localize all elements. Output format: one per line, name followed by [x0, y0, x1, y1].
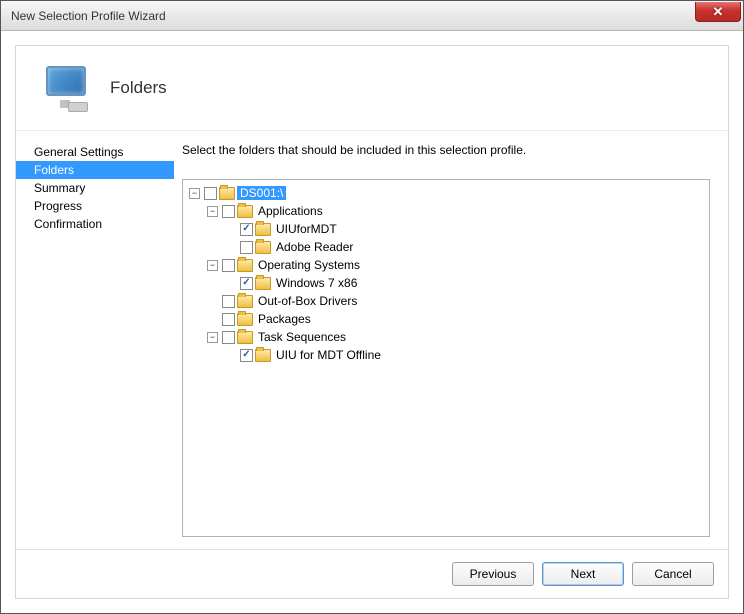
tree-node[interactable]: UIU for MDT Offline [225, 346, 707, 364]
folder-icon [255, 277, 271, 290]
tree-node-label[interactable]: Out-of-Box Drivers [255, 294, 360, 308]
tree-node-label[interactable]: UIU for MDT Offline [273, 348, 384, 362]
checkbox[interactable] [222, 259, 235, 272]
folder-icon [237, 313, 253, 326]
folder-icon [237, 295, 253, 308]
tree-node[interactable]: − Applications [207, 202, 707, 220]
sidebar-item[interactable]: Progress [16, 197, 174, 215]
button-label: Next [571, 567, 596, 581]
tree-node[interactable]: − Task Sequences [207, 328, 707, 346]
folder-icon [255, 223, 271, 236]
tree-node[interactable]: − DS001:\ [189, 184, 707, 202]
tree-node-label[interactable]: DS001:\ [237, 186, 286, 200]
tree-node-label[interactable]: Windows 7 x86 [273, 276, 360, 290]
tree-node-label[interactable]: Operating Systems [255, 258, 363, 272]
button-bar: Previous Next Cancel [16, 549, 728, 598]
previous-button[interactable]: Previous [452, 562, 534, 586]
tree-node[interactable]: Out-of-Box Drivers [207, 292, 707, 310]
tree-node-label[interactable]: Applications [255, 204, 326, 218]
folder-icon [219, 187, 235, 200]
checkbox[interactable] [240, 223, 253, 236]
tree-node-label[interactable]: Packages [255, 312, 314, 326]
button-label: Cancel [654, 567, 691, 581]
tree-node-label[interactable]: Adobe Reader [273, 240, 356, 254]
dialog-body: Folders General SettingsFoldersSummaryPr… [1, 31, 743, 613]
collapse-icon[interactable]: − [207, 332, 218, 343]
sidebar-item[interactable]: Summary [16, 179, 174, 197]
checkbox[interactable] [204, 187, 217, 200]
titlebar: New Selection Profile Wizard ✕ [1, 1, 743, 31]
checkbox[interactable] [222, 331, 235, 344]
checkbox[interactable] [222, 313, 235, 326]
main-area: General SettingsFoldersSummaryProgressCo… [16, 130, 728, 549]
next-button[interactable]: Next [542, 562, 624, 586]
inner-frame: Folders General SettingsFoldersSummaryPr… [15, 45, 729, 599]
folder-icon [237, 259, 253, 272]
tree-node[interactable]: Packages [207, 310, 707, 328]
collapse-icon[interactable]: − [207, 206, 218, 217]
wizard-window: New Selection Profile Wizard ✕ Folders G… [0, 0, 744, 614]
checkbox[interactable] [240, 277, 253, 290]
tree-node[interactable]: − Operating Systems [207, 256, 707, 274]
tree-node-label[interactable]: UIUforMDT [273, 222, 340, 236]
folder-icon [255, 241, 271, 254]
folder-icon [237, 331, 253, 344]
checkbox[interactable] [240, 241, 253, 254]
tree-node[interactable]: Adobe Reader [225, 238, 707, 256]
tree-node[interactable]: UIUforMDT [225, 220, 707, 238]
sidebar-item[interactable]: General Settings [16, 143, 174, 161]
sidebar-item[interactable]: Confirmation [16, 215, 174, 233]
close-icon: ✕ [713, 4, 724, 20]
tree-node[interactable]: Windows 7 x86 [225, 274, 707, 292]
tree-node-label[interactable]: Task Sequences [255, 330, 349, 344]
cancel-button[interactable]: Cancel [632, 562, 714, 586]
computer-icon [44, 64, 92, 112]
checkbox[interactable] [222, 295, 235, 308]
checkbox[interactable] [222, 205, 235, 218]
button-label: Previous [470, 567, 517, 581]
folder-icon [237, 205, 253, 218]
content-panel: Select the folders that should be includ… [174, 131, 728, 549]
checkbox[interactable] [240, 349, 253, 362]
folder-icon [255, 349, 271, 362]
window-title: New Selection Profile Wizard [11, 9, 166, 23]
collapse-icon[interactable]: − [207, 260, 218, 271]
page-title: Folders [110, 78, 167, 98]
instruction-text: Select the folders that should be includ… [182, 143, 710, 157]
close-button[interactable]: ✕ [695, 2, 741, 22]
wizard-steps-sidebar: General SettingsFoldersSummaryProgressCo… [16, 131, 174, 549]
folder-tree[interactable]: − DS001:\ − Applications UIUforMDT Adobe Read… [182, 179, 710, 537]
header-panel: Folders [16, 46, 728, 130]
collapse-icon[interactable]: − [189, 188, 200, 199]
sidebar-item[interactable]: Folders [16, 161, 174, 179]
